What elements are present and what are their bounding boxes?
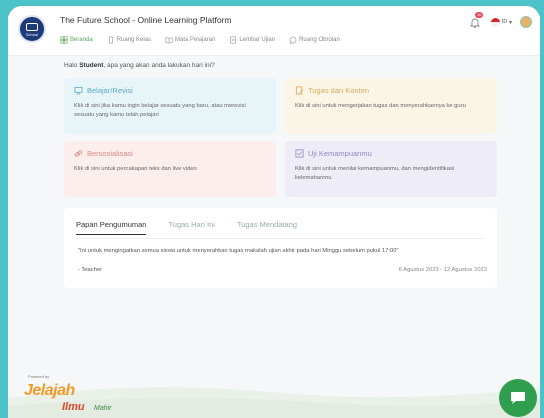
chat-icon bbox=[289, 36, 297, 44]
footer-wave-decoration bbox=[8, 387, 540, 418]
nav-item-mata-pelajaran[interactable]: Mata Pelajaran bbox=[165, 36, 215, 44]
nav-item-ruang-obrolan[interactable]: Ruang Obrolan bbox=[289, 36, 340, 44]
brand-logo-sub2: Mahir bbox=[94, 405, 112, 412]
tab-tugas-mendatang[interactable]: Tugas Mendatang bbox=[237, 220, 297, 235]
checklist-icon bbox=[295, 149, 304, 158]
chevron-down-icon[interactable]: ▾ bbox=[509, 19, 512, 26]
top-bar: School The Future School - Online Learni… bbox=[8, 6, 540, 56]
tab-divider bbox=[76, 238, 485, 239]
tab-papan-pengumuman[interactable]: Papan Pengumuman bbox=[76, 220, 147, 235]
main-nav: Beranda Ruang Kelas Mata Pelajaran Lemba… bbox=[60, 36, 354, 44]
card-description: Klik di sini untuk percakapan teks dan l… bbox=[74, 166, 197, 172]
card-description: Klik di sini jika kamu ingin belajar ses… bbox=[74, 103, 246, 118]
nav-item-ruang-kelas[interactable]: Ruang Kelas bbox=[107, 36, 151, 44]
greeting-text: Halo Student, apa yang akan anda lakukan… bbox=[64, 62, 215, 69]
school-logo[interactable]: School bbox=[18, 15, 46, 43]
powered-by-text: Powered by bbox=[28, 374, 50, 379]
logo-text: School bbox=[25, 32, 39, 37]
exam-icon bbox=[230, 36, 237, 44]
card-title: Tugas dan Konten bbox=[308, 86, 370, 95]
nav-label: Ruang Kelas bbox=[116, 37, 152, 43]
nav-label: Lembar Ujian bbox=[239, 37, 276, 43]
student-name: Student bbox=[79, 62, 104, 69]
nav-label: Mata Pelajaran bbox=[175, 37, 216, 43]
app-window: School The Future School - Online Learni… bbox=[8, 6, 540, 418]
announcement-text: "Ini untuk mengingatkan semua siswa untu… bbox=[78, 248, 399, 254]
announcement-board: Papan Pengumuman Tugas Hari Ini Tugas Me… bbox=[64, 208, 497, 288]
card-title: Belajar/Revisi bbox=[87, 86, 133, 95]
card-belajar-revisi[interactable]: Belajar/Revisi Klik di sini jika kamu in… bbox=[64, 78, 276, 134]
screen: School The Future School - Online Learni… bbox=[8, 0, 540, 418]
notification-button[interactable]: 10 bbox=[469, 12, 484, 29]
book-icon bbox=[26, 23, 38, 31]
announcement-date: 6 Agustus 2023 - 12 Agustus 2023 bbox=[398, 267, 487, 273]
brand-logo-text: Jelajah bbox=[24, 382, 75, 399]
brand-logo-sub: Ilmu bbox=[62, 401, 85, 413]
greeting-prefix: Halo bbox=[64, 62, 80, 69]
book-icon bbox=[165, 37, 173, 44]
card-bersosialisasi[interactable]: Bersosialisasi Klik di sini untuk percak… bbox=[64, 141, 276, 197]
card-uji-kemampuanmu[interactable]: Uji Kemampuanmu Klik di sini untuk menil… bbox=[285, 141, 497, 197]
card-title: Bersosialisasi bbox=[87, 149, 133, 158]
tab-tugas-hari-ini[interactable]: Tugas Hari Ini bbox=[168, 220, 214, 235]
document-edit-icon bbox=[295, 86, 304, 95]
avatar[interactable] bbox=[520, 16, 532, 28]
bell-icon bbox=[469, 18, 481, 29]
home-icon bbox=[60, 36, 68, 44]
card-tugas-dan-konten[interactable]: Tugas dan Konten Klik di sini untuk meng… bbox=[285, 78, 497, 134]
card-title: Uji Kemampuanmu bbox=[308, 149, 372, 158]
nav-item-lembar-ujian[interactable]: Lembar Ujian bbox=[229, 36, 275, 44]
monitor-icon bbox=[74, 86, 83, 95]
language-code[interactable]: ID bbox=[502, 19, 507, 25]
app-title: The Future School - Online Learning Plat… bbox=[60, 15, 232, 25]
notification-badge: 10 bbox=[474, 12, 484, 18]
chat-bubble-icon bbox=[511, 392, 525, 404]
nav-label: Beranda bbox=[70, 37, 93, 43]
top-right-controls: 10 ID ▾ bbox=[469, 12, 532, 29]
greeting-suffix: , apa yang akan anda lakukan hari ini? bbox=[103, 62, 215, 69]
link-icon bbox=[74, 150, 83, 157]
card-description: Klik di sini untuk menilai kemampuanmu, … bbox=[295, 166, 455, 181]
board-tabs: Papan Pengumuman Tugas Hari Ini Tugas Me… bbox=[76, 220, 319, 235]
nav-label: Ruang Obrolan bbox=[299, 37, 340, 43]
indonesia-flag-icon[interactable] bbox=[490, 17, 500, 27]
announcement-author: - Teacher bbox=[78, 267, 103, 273]
classroom-icon bbox=[108, 36, 113, 44]
nav-item-beranda[interactable]: Beranda bbox=[60, 36, 93, 44]
chat-button[interactable] bbox=[499, 379, 537, 417]
card-description: Klik di sini untuk mengerjakan tugas dan… bbox=[295, 103, 466, 109]
